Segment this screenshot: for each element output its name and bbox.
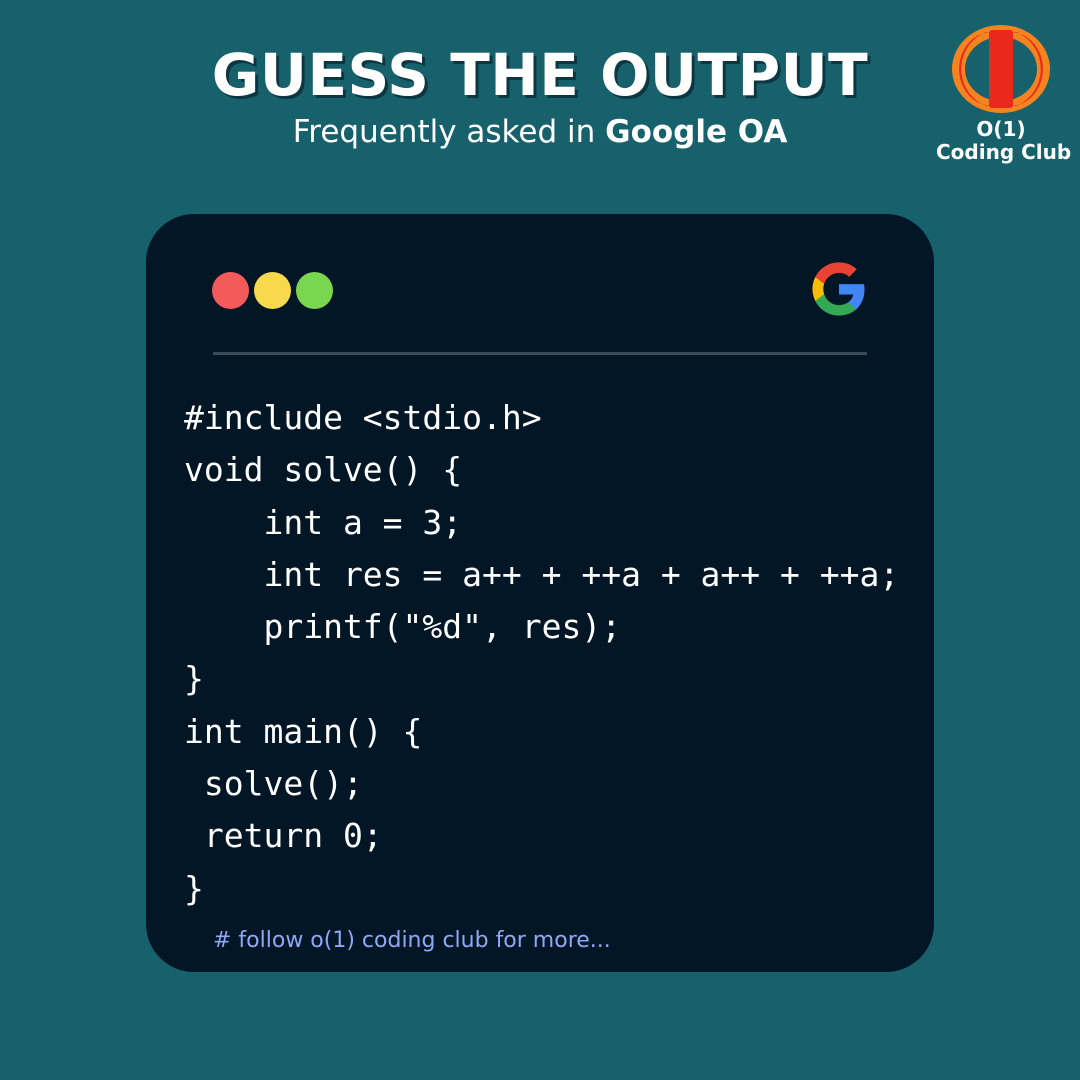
subtitle-company: Google OA bbox=[605, 114, 788, 150]
code-line: #include <stdio.h> bbox=[184, 398, 542, 437]
brand-name-line2: Coding Club bbox=[936, 140, 1072, 164]
code-line: int main() { bbox=[184, 711, 423, 751]
window-controls bbox=[212, 272, 333, 310]
code-window: #include <stdio.h> void solve() { int a =… bbox=[146, 214, 934, 972]
code-line: } bbox=[184, 868, 204, 908]
maximize-dot bbox=[296, 272, 333, 309]
page-subtitle: Frequently asked in Google OA bbox=[0, 112, 1080, 152]
close-dot bbox=[212, 272, 249, 309]
page-title: GUESS THE OUTPUT bbox=[211, 41, 869, 109]
code-line: return 0; bbox=[184, 816, 383, 856]
code-line: solve(); bbox=[184, 764, 363, 804]
code-line: int a = 3; bbox=[184, 502, 463, 542]
brand-name-line1: O(1) bbox=[976, 117, 1026, 141]
minimize-dot bbox=[254, 272, 291, 309]
footer-note: # follow o(1) coding club for more... bbox=[213, 928, 611, 953]
code-line: printf("%d", res); bbox=[184, 607, 622, 647]
code-block: #include <stdio.h> void solve() { int a =… bbox=[184, 392, 899, 915]
header-divider bbox=[213, 352, 867, 355]
o1-coding-club-logo-icon bbox=[952, 25, 1050, 113]
code-line: void solve() { bbox=[184, 450, 463, 490]
subtitle-prefix: Frequently asked in bbox=[292, 114, 606, 150]
code-line: } bbox=[184, 659, 204, 699]
brand-badge: O(1) Coding Club bbox=[936, 22, 1072, 164]
code-line: int res = a++ + ++a + a++ + ++a; bbox=[184, 554, 900, 594]
google-g-icon bbox=[812, 262, 865, 316]
